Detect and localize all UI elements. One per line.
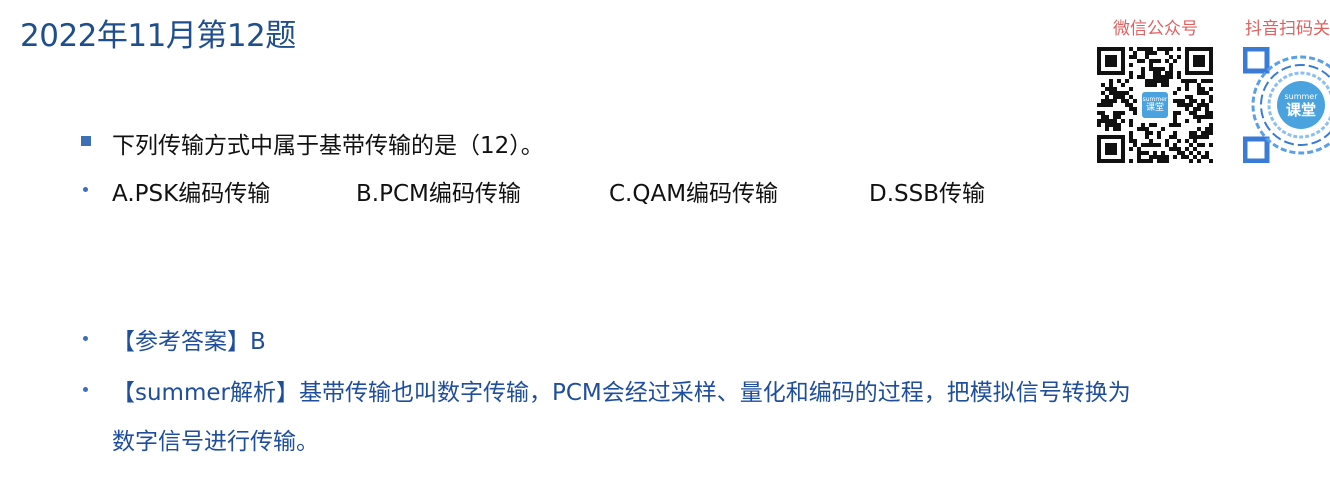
- dot-bullet-icon: [83, 187, 88, 192]
- page-title: 2022年11月第12题: [20, 18, 296, 54]
- question-stem: 下列传输方式中属于基带传输的是（12）。: [112, 133, 544, 159]
- square-bullet-icon: [81, 136, 91, 146]
- option-b: B.PCM编码传输: [356, 181, 521, 207]
- svg-text:summer: summer: [1284, 92, 1318, 101]
- analysis-line-2: 数字信号进行传输。: [112, 429, 319, 455]
- svg-text:课堂: 课堂: [1286, 101, 1316, 119]
- douyin-qr-code: summer 课堂: [1243, 47, 1330, 163]
- dot-bullet-icon: [83, 336, 88, 341]
- wechat-qr-code: summer 课堂: [1097, 47, 1213, 163]
- dot-bullet-icon: [83, 387, 88, 392]
- answer-text: 【参考答案】B: [112, 329, 266, 355]
- option-a: A.PSK编码传输: [112, 181, 271, 207]
- analysis-line-1: 【summer解析】基带传输也叫数字传输，PCM会经过采样、量化和编码的过程，把…: [112, 380, 1131, 406]
- douyin-qr-label: 抖音扫码关: [1245, 19, 1330, 39]
- wechat-qr-label: 微信公众号: [1113, 19, 1198, 39]
- qr-center-logo: summer 课堂: [1140, 90, 1170, 120]
- option-d: D.SSB传输: [869, 181, 985, 207]
- option-c: C.QAM编码传输: [609, 181, 779, 207]
